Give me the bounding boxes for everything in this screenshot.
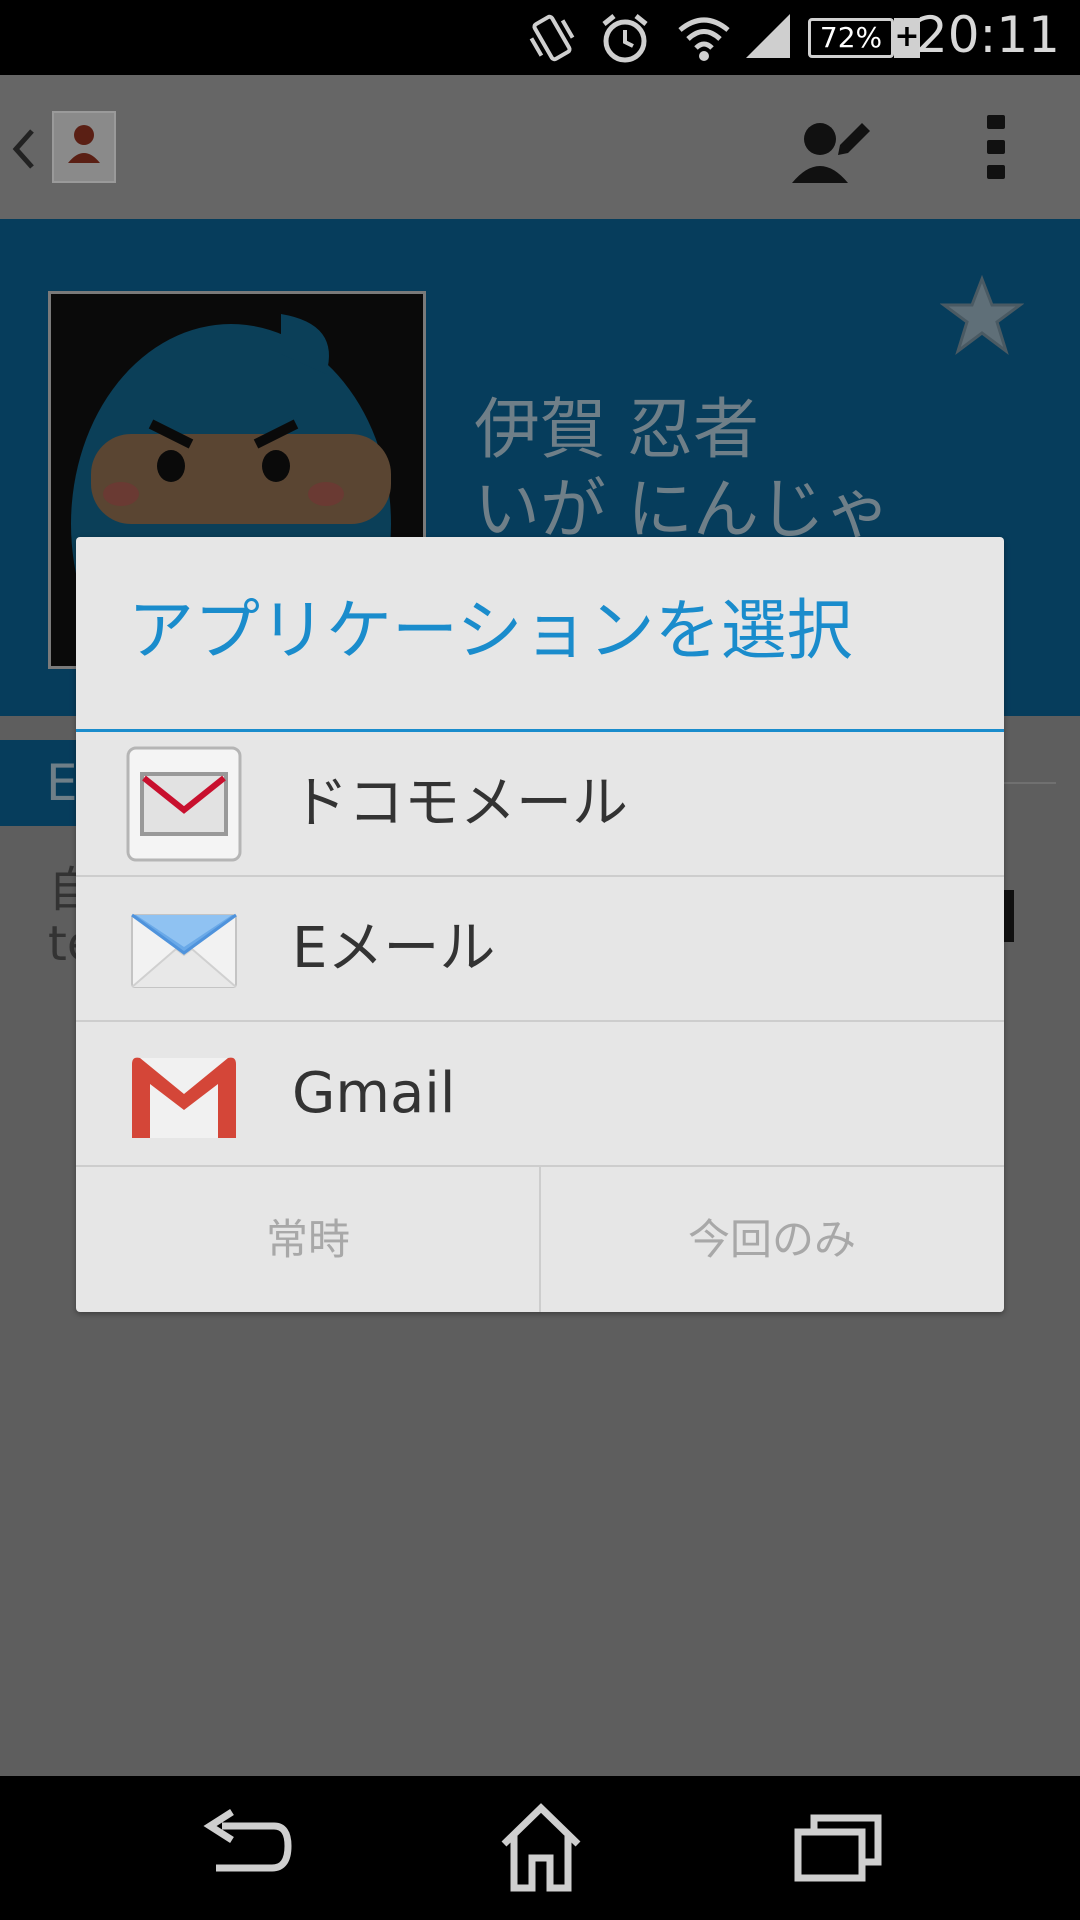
app-option-gmail[interactable]: Gmail — [76, 1022, 1004, 1166]
wifi-icon — [678, 17, 730, 61]
docomo-mail-icon — [126, 746, 242, 862]
back-icon[interactable] — [188, 1796, 298, 1900]
section-divider — [1000, 782, 1056, 784]
signal-icon — [746, 14, 790, 58]
edit-contact-icon[interactable] — [790, 111, 870, 187]
app-label-docomo-mail: ドコモメール — [292, 771, 628, 836]
action-bar — [0, 75, 1080, 219]
app-label-email: Eメール — [292, 916, 496, 981]
battery-indicator: 72% — [808, 18, 894, 58]
star-icon[interactable] — [940, 275, 1024, 355]
app-option-docomo-mail[interactable]: ドコモメール — [76, 732, 1004, 876]
overflow-menu-icon[interactable] — [984, 113, 1008, 181]
home-icon[interactable] — [486, 1796, 596, 1900]
status-bar: 72% + 20:11 — [0, 0, 1080, 75]
always-button[interactable]: 常時 — [76, 1167, 540, 1312]
contact-app-icon[interactable] — [52, 111, 116, 183]
just-once-button[interactable]: 今回のみ — [540, 1167, 1004, 1312]
gmail-icon — [126, 1036, 242, 1152]
navigation-bar — [0, 1776, 1080, 1920]
email-icon — [126, 891, 242, 1007]
back-chevron-icon[interactable] — [10, 127, 38, 171]
app-chooser-dialog: アプリケーションを選択 ドコモメール Eメール Gmail 常時 今回のみ — [76, 537, 1004, 1312]
recents-icon[interactable] — [784, 1796, 894, 1900]
section-tab: E — [0, 740, 78, 826]
alarm-icon — [602, 14, 648, 63]
vibrate-icon — [529, 14, 575, 62]
app-option-email[interactable]: Eメール — [76, 877, 1004, 1021]
app-label-gmail: Gmail — [292, 1061, 456, 1126]
dialog-title: アプリケーションを選択 — [128, 592, 853, 669]
status-clock: 20:11 — [915, 6, 1060, 64]
dialog-button-bar: 常時 今回のみ — [76, 1167, 1004, 1312]
contact-name: 伊賀 忍者 — [474, 391, 759, 468]
